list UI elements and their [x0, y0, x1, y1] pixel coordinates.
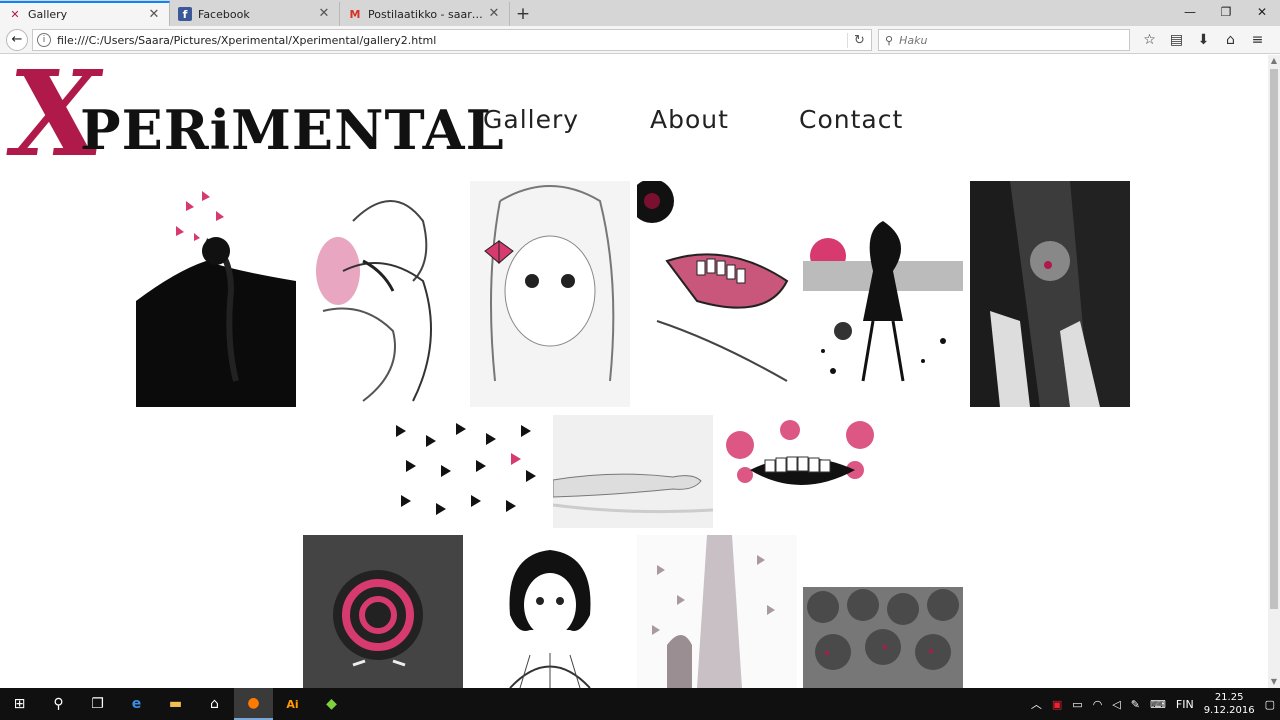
tab-title: Gallery: [28, 8, 68, 21]
site-logo[interactable]: X PERiMENTAL: [0, 55, 503, 183]
skull-mouth-drawing[interactable]: [637, 181, 797, 407]
system-tray: ︿ ▣ ▭ ◠ ◁ ✎ ⌨ FIN 21.25 9.12.2016 ▢: [1026, 688, 1280, 720]
menu-icon[interactable]: ≡: [1244, 29, 1271, 51]
maximize-icon[interactable]: ❐: [1208, 0, 1244, 24]
arm-drawing[interactable]: [553, 415, 713, 528]
x-logo-icon: ✕: [10, 8, 20, 21]
tab-facebook[interactable]: f Facebook ✕: [170, 2, 340, 26]
gmail-icon: M: [349, 7, 361, 21]
clock-time: 21.25: [1214, 692, 1244, 703]
close-icon[interactable]: ✕: [147, 7, 161, 22]
antivirus-icon[interactable]: ▣: [1052, 698, 1062, 711]
window-controls: — ❐ ✕: [1172, 0, 1280, 24]
faces-crowd-drawing[interactable]: [803, 587, 963, 688]
navigation-bar: ← i file:///C:/Users/Saara/Pictures/Xper…: [0, 26, 1280, 54]
facebook-icon: f: [178, 7, 192, 21]
language-indicator[interactable]: FIN: [1176, 698, 1194, 711]
reading-list-icon[interactable]: ▤: [1163, 29, 1190, 51]
url-text[interactable]: file:///C:/Users/Saara/Pictures/Xperimen…: [57, 34, 847, 47]
info-icon[interactable]: i: [37, 33, 51, 47]
girl-with-sun-drawing[interactable]: [803, 181, 963, 407]
butterflies-pattern-drawing[interactable]: [386, 415, 546, 528]
close-icon[interactable]: ✕: [317, 7, 331, 21]
home-icon[interactable]: ⌂: [1217, 29, 1244, 51]
search-box[interactable]: ⚲: [878, 29, 1130, 51]
windows-start-icon[interactable]: ⊞: [0, 688, 39, 720]
toolbar: ☆ ▤ ⬇ ⌂ ≡: [1136, 29, 1271, 51]
tab-title: Facebook: [198, 7, 250, 21]
boy-with-lamb-drawing[interactable]: [303, 181, 463, 407]
nav-link-contact[interactable]: Contact: [799, 105, 903, 134]
eye-between-hands-drawing[interactable]: [970, 181, 1130, 407]
wifi-icon[interactable]: ◠: [1093, 698, 1103, 711]
logo-word: PERiMENTAL: [80, 98, 505, 162]
windows-taskbar: ⊞ ⚲ ❐ e ▬ ⌂ ● Ai ◆ ︿ ▣ ▭ ◠ ◁ ✎ ⌨ FIN 21.…: [0, 688, 1280, 720]
tree-butterflies-drawing[interactable]: [637, 535, 797, 688]
arrow-left-icon: ←: [11, 32, 23, 47]
nav-link-about[interactable]: About: [650, 105, 729, 134]
page-viewport: X PERiMENTAL Gallery About Contact: [0, 55, 1268, 688]
scrollbar-thumb[interactable]: [1270, 69, 1278, 609]
bookmark-star-icon[interactable]: ☆: [1136, 29, 1163, 51]
clock-date: 9.12.2016: [1203, 705, 1255, 716]
store-icon[interactable]: ⌂: [195, 688, 234, 720]
paint-app-icon[interactable]: ◆: [312, 688, 351, 720]
close-icon[interactable]: ✕: [487, 7, 501, 21]
chevron-up-icon[interactable]: ︿: [1031, 696, 1042, 712]
download-icon[interactable]: ⬇: [1190, 29, 1217, 51]
butterfly-girl-drawing[interactable]: [136, 181, 296, 407]
search-input[interactable]: [899, 33, 1100, 47]
tab-gmail[interactable]: M Postilaatikko - saara94hol... ✕: [340, 2, 510, 26]
scroll-down-icon[interactable]: ▼: [1268, 676, 1280, 688]
butterfly-hairclip-girl-drawing[interactable]: [470, 181, 630, 407]
minimize-icon[interactable]: —: [1172, 0, 1208, 24]
notifications-icon[interactable]: ▢: [1265, 698, 1275, 711]
nav-link-gallery[interactable]: Gallery: [483, 105, 579, 134]
search-icon[interactable]: ⚲: [39, 688, 78, 720]
reload-icon[interactable]: ↻: [847, 32, 871, 48]
keyboard-icon[interactable]: ⌨: [1150, 698, 1166, 711]
firefox-icon[interactable]: ●: [234, 688, 273, 720]
battery-icon[interactable]: ▭: [1072, 698, 1082, 711]
tab-strip: ✕ Gallery ✕ f Facebook ✕ M Postilaatikko…: [0, 0, 1280, 26]
spiral-face-drawing[interactable]: [303, 535, 463, 688]
close-window-icon[interactable]: ✕: [1244, 0, 1280, 24]
task-view-icon[interactable]: ❐: [78, 688, 117, 720]
vertical-scrollbar[interactable]: ▲ ▼: [1268, 55, 1280, 688]
clock[interactable]: 21.25 9.12.2016: [1204, 691, 1255, 717]
new-tab-button[interactable]: +: [510, 2, 536, 26]
search-icon: ⚲: [885, 33, 894, 47]
file-explorer-icon[interactable]: ▬: [156, 688, 195, 720]
pen-icon[interactable]: ✎: [1131, 698, 1140, 711]
back-button[interactable]: ←: [6, 28, 28, 51]
tab-gallery[interactable]: ✕ Gallery ✕: [0, 1, 170, 26]
url-bar[interactable]: i file:///C:/Users/Saara/Pictures/Xperim…: [32, 29, 872, 51]
scroll-up-icon[interactable]: ▲: [1268, 55, 1280, 67]
tab-title: Postilaatikko - saara94hol...: [368, 7, 487, 21]
volume-icon[interactable]: ◁: [1112, 698, 1120, 711]
edge-icon[interactable]: e: [117, 688, 156, 720]
bob-hair-girl-drawing[interactable]: [470, 535, 630, 688]
teeth-drawing[interactable]: [720, 415, 880, 528]
illustrator-icon[interactable]: Ai: [273, 688, 312, 720]
